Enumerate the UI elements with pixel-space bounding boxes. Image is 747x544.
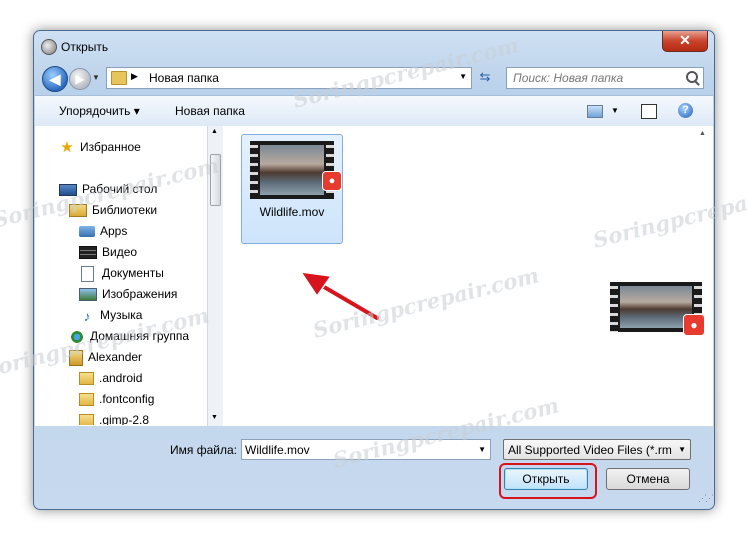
- filename-value[interactable]: Wildlife.mov: [245, 443, 310, 457]
- open-button[interactable]: Открыть: [504, 468, 588, 490]
- folder-icon: [79, 393, 94, 407]
- sidebar-item-label: Библиотеки: [92, 203, 158, 217]
- desktop-icon: [59, 183, 77, 196]
- sidebar-item-label: Документы: [102, 266, 164, 280]
- sidebar-item-libraries[interactable]: Библиотеки: [69, 201, 157, 219]
- sidebar-item-label: .fontconfig: [99, 392, 155, 406]
- chevron-down-icon[interactable]: ▼: [611, 106, 619, 115]
- sidebar-item-label: Видео: [102, 245, 138, 259]
- sidebar-item-label: Apps: [100, 224, 128, 238]
- search-input[interactable]: Поиск: Новая папка: [506, 67, 704, 89]
- libraries-icon: [69, 204, 87, 218]
- player-badge-icon: ●: [322, 171, 342, 191]
- star-icon: ★: [60, 138, 74, 156]
- resize-grip-icon[interactable]: ⋰⋰: [698, 493, 714, 504]
- chevron-down-icon[interactable]: ▼: [478, 445, 486, 454]
- video-icon: [79, 246, 97, 260]
- cancel-button[interactable]: Отмена: [606, 468, 690, 490]
- search-placeholder: Поиск: Новая папка: [513, 71, 624, 85]
- chevron-down-icon[interactable]: ▼: [678, 445, 686, 454]
- documents-icon: [81, 265, 94, 282]
- view-options-icon[interactable]: [587, 105, 603, 118]
- annotation-arrow-icon: [299, 271, 381, 322]
- sidebar-item-favorites[interactable]: ★ Избранное: [59, 138, 141, 156]
- file-name-label: Wildlife.mov: [259, 205, 325, 219]
- preview-pane-icon[interactable]: [641, 104, 657, 119]
- sidebar-item-gimp[interactable]: .gimp-2.8: [79, 411, 149, 425]
- filename-label: Имя файла:: [170, 443, 237, 457]
- sidebar-item-apps[interactable]: Apps: [79, 222, 127, 240]
- sidebar-item-documents[interactable]: Документы: [79, 264, 164, 282]
- sidebar-item-label: Alexander: [88, 350, 143, 364]
- new-folder-button[interactable]: Новая папка: [175, 104, 245, 118]
- folder-icon: [79, 414, 94, 425]
- sidebar-item-music[interactable]: ♪ Музыка: [79, 306, 143, 324]
- address-bar[interactable]: ▶ Новая папка ▼: [106, 67, 472, 89]
- organize-button[interactable]: Упорядочить ▾: [59, 104, 140, 118]
- sidebar-item-label: Музыка: [100, 308, 143, 322]
- sidebar-item-label: Изображения: [102, 287, 178, 301]
- filetype-value: All Supported Video Files (*.rm;*.rmvb;*…: [508, 443, 672, 457]
- folder-icon: [79, 372, 94, 386]
- chevron-right-icon[interactable]: ▶: [131, 71, 138, 82]
- file-item-wildlife[interactable]: ● Wildlife.mov: [241, 134, 343, 244]
- folder-icon: [111, 71, 127, 85]
- help-icon[interactable]: ?: [678, 103, 693, 118]
- apps-icon: [79, 226, 95, 238]
- toolbar: Упорядочить ▾ Новая папка ▼ ?: [35, 95, 713, 127]
- images-icon: [79, 288, 97, 302]
- close-button[interactable]: ✕: [662, 31, 708, 52]
- search-icon[interactable]: [686, 71, 698, 83]
- scrollbar-thumb[interactable]: [210, 154, 221, 206]
- navigation-scrollbar[interactable]: ▲ ▼: [207, 126, 223, 426]
- forward-button[interactable]: ▶: [69, 68, 91, 90]
- sidebar-item-desktop[interactable]: Рабочий стол: [59, 180, 157, 198]
- sidebar-item-fontconfig[interactable]: .fontconfig: [79, 390, 154, 408]
- scroll-down-icon[interactable]: ▼: [211, 414, 218, 421]
- user-folder-icon: [69, 349, 83, 366]
- sidebar-item-label: Рабочий стол: [82, 182, 158, 196]
- video-thumbnail: [250, 141, 334, 199]
- music-icon: ♪: [83, 307, 91, 324]
- sidebar-item-label: .gimp-2.8: [99, 413, 150, 425]
- app-icon: [41, 39, 57, 55]
- scroll-up-icon[interactable]: ▲: [211, 128, 218, 135]
- navigation-pane: ★ Избранное Рабочий стол Библиотеки Apps …: [35, 126, 208, 426]
- history-dropdown-icon[interactable]: ▼: [92, 73, 100, 82]
- sidebar-item-label: Избранное: [80, 140, 141, 154]
- player-badge-icon: ●: [683, 314, 705, 336]
- filename-input[interactable]: Wildlife.mov ▼: [241, 439, 491, 460]
- filetype-select[interactable]: All Supported Video Files (*.rm;*.rmvb;*…: [503, 439, 691, 460]
- sidebar-item-homegroup[interactable]: Домашняя группа: [69, 327, 189, 345]
- sidebar-item-images[interactable]: Изображения: [79, 285, 177, 303]
- sidebar-item-label: .android: [99, 371, 143, 385]
- back-button[interactable]: ◀: [42, 66, 68, 92]
- scroll-up-icon[interactable]: ▲: [699, 130, 706, 137]
- sidebar-item-alexander[interactable]: Alexander: [69, 348, 142, 366]
- address-path[interactable]: Новая папка: [149, 71, 219, 85]
- chevron-down-icon[interactable]: ▼: [459, 72, 467, 81]
- open-file-dialog: Открыть ✕ ◀ ▶ ▼ ▶ Новая папка ▼ ⇆ Поиск:…: [33, 30, 715, 510]
- window-title: Открыть: [61, 40, 109, 54]
- refresh-icon[interactable]: ⇆: [474, 67, 496, 87]
- sidebar-item-label: Домашняя группа: [90, 329, 190, 343]
- content-area: ★ Избранное Рабочий стол Библиотеки Apps …: [35, 126, 713, 426]
- homegroup-icon: [69, 329, 85, 344]
- sidebar-item-video[interactable]: Видео: [79, 243, 137, 261]
- sidebar-item-android[interactable]: .android: [79, 369, 142, 387]
